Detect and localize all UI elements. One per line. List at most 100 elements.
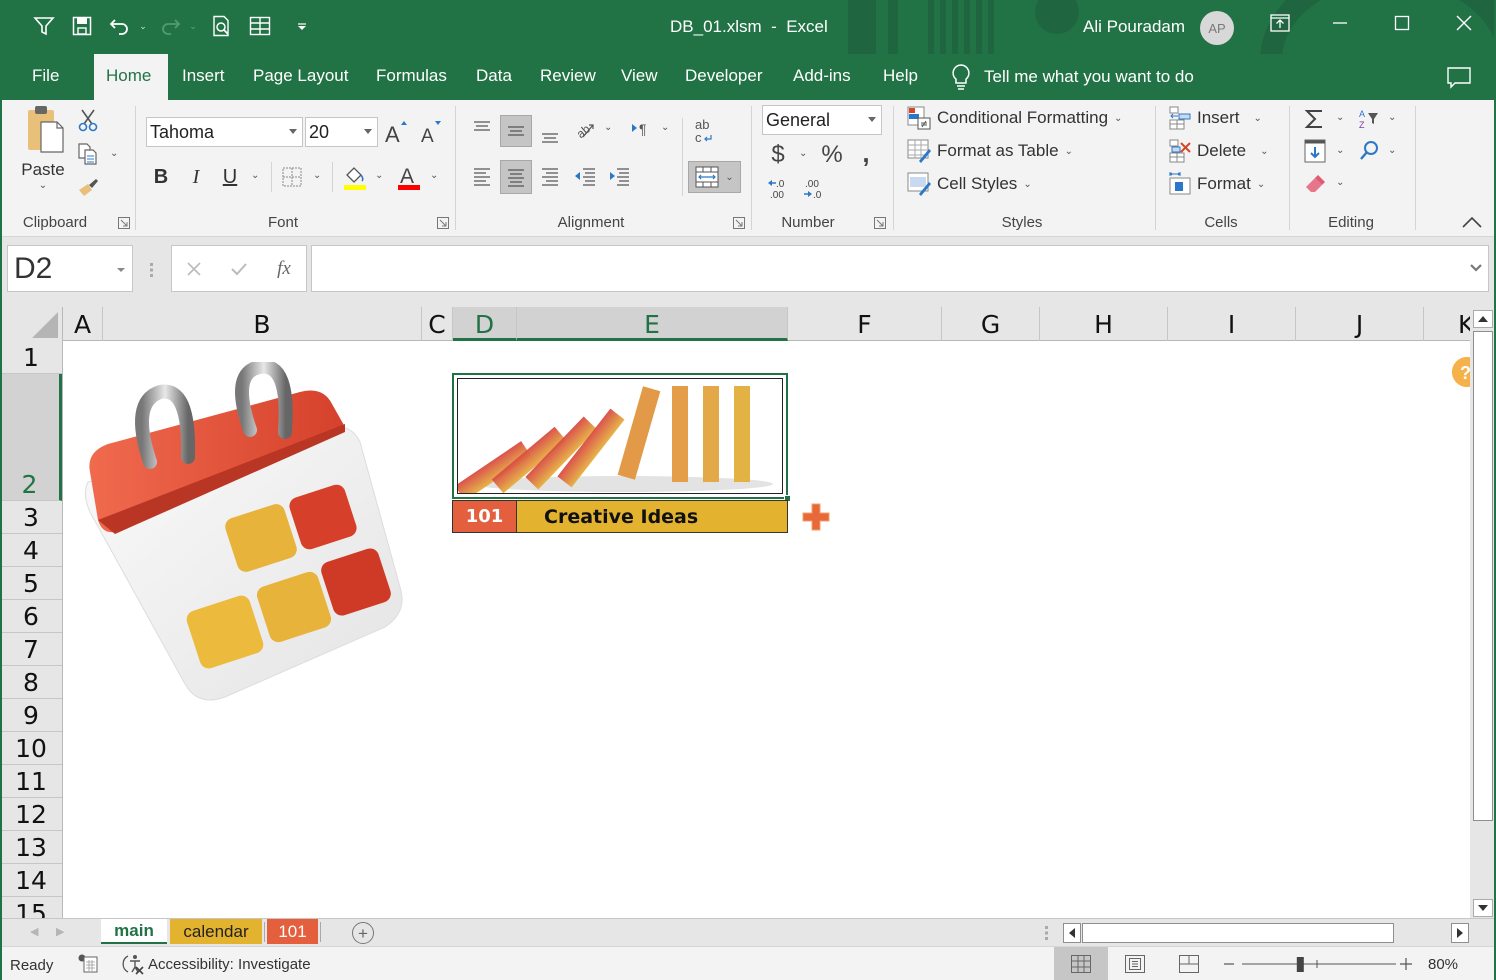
conditional-formatting-button[interactable]: Conditional Formatting ⌄ xyxy=(907,106,1122,130)
row-header-1[interactable]: 1 xyxy=(0,341,62,374)
column-header-h[interactable]: H xyxy=(1040,307,1168,341)
tab-add-ins[interactable]: Add-ins xyxy=(781,54,863,100)
avatar[interactable]: AP xyxy=(1200,11,1234,45)
underline-dropdown-icon[interactable]: ⌄ xyxy=(251,170,259,181)
italic-button[interactable]: I xyxy=(184,162,208,192)
horizontal-scroll-thumb[interactable] xyxy=(1082,923,1394,943)
autosum-button[interactable] xyxy=(1302,106,1328,132)
font-color-dropdown-icon[interactable]: ⌄ xyxy=(430,170,438,181)
find-select-dropdown-icon[interactable]: ⌄ xyxy=(1388,145,1396,156)
sort-filter-button[interactable]: AZ xyxy=(1356,106,1382,132)
zoom-level[interactable]: 80% xyxy=(1428,956,1458,973)
column-header-d[interactable]: D xyxy=(453,307,517,341)
font-color-button[interactable]: A xyxy=(396,162,422,192)
borders-button[interactable] xyxy=(280,164,304,190)
user-name[interactable]: Ali Pouradam xyxy=(1083,17,1185,37)
tab-file[interactable]: File xyxy=(20,54,71,100)
scroll-down-button[interactable] xyxy=(1473,899,1493,917)
zoom-in-icon[interactable] xyxy=(1400,958,1412,970)
tab-developer[interactable]: Developer xyxy=(673,54,775,100)
wrap-text-button[interactable]: ab c xyxy=(690,114,720,148)
formula-input[interactable] xyxy=(311,245,1489,292)
align-center-button[interactable] xyxy=(500,160,532,194)
zoom-slider[interactable] xyxy=(1222,953,1416,975)
plus-icon[interactable] xyxy=(801,502,831,532)
tab-home[interactable]: Home xyxy=(94,54,168,100)
scroll-left-button[interactable] xyxy=(1063,923,1081,943)
add-sheet-button[interactable]: + xyxy=(352,922,374,944)
row-header-10[interactable]: 10 xyxy=(0,732,62,765)
tab-page-layout[interactable]: Page Layout xyxy=(241,54,360,100)
bold-button[interactable]: B xyxy=(149,162,173,192)
column-header-f[interactable]: F xyxy=(788,307,942,341)
number-launcher-icon[interactable] xyxy=(874,217,886,229)
clear-dropdown-icon[interactable]: ⌄ xyxy=(1336,177,1344,188)
cancel-entry-button[interactable] xyxy=(182,258,206,280)
column-header-j[interactable]: J xyxy=(1296,307,1424,341)
collapse-ribbon-button[interactable] xyxy=(1458,212,1486,232)
cut-button[interactable] xyxy=(74,106,102,134)
row-header-3[interactable]: 3 xyxy=(0,501,62,534)
tab-split-handle[interactable] xyxy=(1045,926,1048,940)
row-header-13[interactable]: 13 xyxy=(0,831,62,864)
save-icon[interactable] xyxy=(66,10,98,42)
calendar-image[interactable] xyxy=(80,362,410,707)
ribbon-display-options-button[interactable] xyxy=(1250,0,1310,46)
decrease-decimal-button[interactable]: .00.0 xyxy=(800,176,830,202)
clear-button[interactable] xyxy=(1302,170,1328,196)
percent-button[interactable]: % xyxy=(818,140,846,170)
align-left-button[interactable] xyxy=(467,160,497,192)
tab-insert[interactable]: Insert xyxy=(170,54,237,100)
alignment-launcher-icon[interactable] xyxy=(733,217,745,229)
redo-icon[interactable] xyxy=(154,10,186,42)
format-painter-button[interactable] xyxy=(74,174,102,202)
fill-button[interactable] xyxy=(1302,138,1328,164)
comma-style-button[interactable]: , xyxy=(857,138,875,168)
text-direction-dropdown-icon[interactable]: ⌄ xyxy=(661,122,669,133)
row-header-12[interactable]: 12 xyxy=(0,798,62,831)
row-header-7[interactable]: 7 xyxy=(0,633,62,666)
decrease-font-size-button[interactable]: A xyxy=(418,117,444,147)
normal-view-button[interactable] xyxy=(1054,947,1108,980)
sort-filter-dropdown-icon[interactable]: ⌄ xyxy=(1388,112,1396,123)
copy-button[interactable] xyxy=(74,140,102,168)
print-preview-icon[interactable] xyxy=(206,10,238,42)
text-direction-button[interactable]: ¶ xyxy=(627,114,655,144)
confirm-entry-button[interactable] xyxy=(227,258,251,280)
row-header-8[interactable]: 8 xyxy=(0,666,62,699)
decrease-indent-button[interactable] xyxy=(570,160,600,192)
row-header-6[interactable]: 6 xyxy=(0,600,62,633)
column-header-e[interactable]: E xyxy=(517,307,788,341)
column-header-c[interactable]: C xyxy=(422,307,453,341)
increase-font-size-button[interactable]: A xyxy=(383,117,409,147)
redo-dropdown-icon[interactable]: ⌄ xyxy=(186,10,200,42)
accessibility-checker[interactable]: Accessibility: Investigate xyxy=(122,953,311,975)
page-layout-view-button[interactable] xyxy=(1108,947,1162,980)
align-right-button[interactable] xyxy=(535,160,565,192)
tab-help[interactable]: Help xyxy=(871,54,930,100)
column-header-k[interactable]: K xyxy=(1424,307,1470,341)
tab-formulas[interactable]: Formulas xyxy=(364,54,459,100)
expand-formula-bar-icon[interactable] xyxy=(1470,264,1482,273)
row-header-14[interactable]: 14 xyxy=(0,864,62,897)
font-size-select[interactable]: 20 xyxy=(305,117,378,147)
comments-button[interactable] xyxy=(1446,66,1472,90)
horizontal-scrollbar[interactable] xyxy=(1063,923,1470,943)
format-cells-button[interactable]: Format ⌄ xyxy=(1169,172,1265,196)
tell-me-search[interactable]: Tell me what you want to do xyxy=(950,54,1194,100)
table-grid-icon[interactable] xyxy=(244,10,276,42)
paste-button[interactable]: Paste ⌄ xyxy=(14,104,72,200)
delete-cells-button[interactable]: Delete ⌄ xyxy=(1169,139,1269,163)
sheet-tab-main[interactable]: main xyxy=(101,919,167,944)
customize-qat-icon[interactable] xyxy=(286,10,318,42)
name-box[interactable]: D2 xyxy=(7,245,133,292)
minimize-button[interactable] xyxy=(1310,0,1370,46)
fill-color-button[interactable] xyxy=(341,162,369,192)
bottom-align-button[interactable] xyxy=(535,118,565,148)
page-break-view-button[interactable] xyxy=(1162,947,1216,980)
row-header-9[interactable]: 9 xyxy=(0,699,62,732)
formula-bar-resize-handle[interactable] xyxy=(150,263,153,277)
currency-button[interactable]: $ xyxy=(766,140,790,170)
close-button[interactable] xyxy=(1434,0,1494,46)
number-format-select[interactable]: General xyxy=(762,105,882,135)
